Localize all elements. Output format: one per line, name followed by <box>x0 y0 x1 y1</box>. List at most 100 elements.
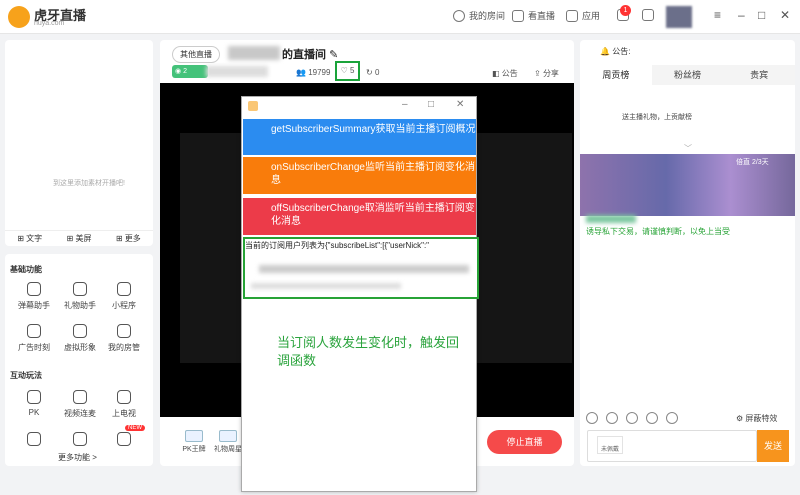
tab-vip[interactable]: 贵宾 <box>723 65 795 85</box>
mini-program-button[interactable]: 小程序 <box>104 282 144 311</box>
off-subscriber-change-button[interactable]: offSubscriberChange取消监听当前主播订阅变化消息 <box>243 198 476 235</box>
my-room-label: 我的房间 <box>469 11 506 21</box>
tv-icon <box>117 390 131 404</box>
level-text: 2 <box>183 68 187 75</box>
bell-icon: 🔔 <box>600 47 610 56</box>
on-subscriber-change-button[interactable]: onSubscriberChange监听当前主播订阅变化消息 <box>243 157 476 194</box>
stop-live-button[interactable]: 停止直播 <box>487 430 562 454</box>
my-room-button[interactable]: 我的房间 <box>453 9 505 22</box>
pk-trump-label: PK王牌 <box>182 446 206 453</box>
video-link-button[interactable]: 视频连麦 <box>60 390 100 419</box>
popup-maximize-icon[interactable]: □ <box>428 99 434 110</box>
pk-label: PK <box>28 408 40 417</box>
annotation-text: 当订阅人数发生变化时，触发回调函数 <box>277 335 460 368</box>
top-bar: 虎牙直播 huya.com 我的房间 看直播 应用 1 ≡ – □ ✕ <box>0 0 800 34</box>
likes-value: 5 <box>349 66 355 75</box>
chevron-down-icon[interactable]: ﹀ <box>684 143 692 154</box>
extra-function-2[interactable] <box>60 432 100 450</box>
gift-star-label: 礼物周星 <box>214 446 242 453</box>
ad-label: 广告时刻 <box>18 343 50 352</box>
gift-assistant-button[interactable]: 礼物助手 <box>60 282 100 311</box>
room-title[interactable]: 的直播间 ✎ <box>282 46 338 62</box>
list-icon[interactable] <box>666 412 678 424</box>
logo-subtext: huya.com <box>34 20 65 27</box>
announcement: 🔔 公告: <box>600 46 630 57</box>
add-text-label: 文字 <box>26 234 43 243</box>
pk-trump-button[interactable]: PK王牌 <box>176 430 212 454</box>
gift-star-icon <box>219 430 237 442</box>
room-admin-button[interactable]: 我的房管 <box>104 324 144 353</box>
edit-icon[interactable]: ✎ <box>329 49 338 61</box>
mini-program-label: 小程序 <box>112 301 136 310</box>
tv-button[interactable]: 上电视 <box>104 390 144 419</box>
beauty-screen-label: 美屏 <box>75 234 92 243</box>
viewers-icon: 👥 <box>296 68 306 77</box>
room-admin-label: 我的房管 <box>108 343 140 352</box>
at-icon[interactable] <box>646 412 658 424</box>
emoji-icon[interactable] <box>586 412 598 424</box>
menu-icon[interactable]: ≡ <box>714 8 721 22</box>
notification-badge: 1 <box>620 5 631 16</box>
pk-button[interactable]: PK <box>14 390 54 417</box>
share-count: ↻ 0 <box>366 68 379 77</box>
calendar-icon <box>642 9 654 21</box>
danmu-assistant-button[interactable]: 弹幕助手 <box>14 282 54 311</box>
beauty-screen-button[interactable]: ⊞ 美屏 <box>67 233 92 244</box>
more-sources-label: 更多 <box>124 234 141 243</box>
apps-button[interactable]: 应用 <box>566 9 600 22</box>
huya-logo-icon <box>8 6 30 28</box>
tab-fans[interactable]: 粉丝榜 <box>652 65 724 85</box>
fan-badge[interactable]: 未佩戴 <box>597 436 623 454</box>
notice-button[interactable]: ◧ 公告 <box>492 68 518 79</box>
danmu-label: 弹幕助手 <box>18 301 50 310</box>
result-output: 当前的订阅用户列表为{"subscribeList":[{"userNick":… <box>243 237 479 299</box>
room-id-blurred <box>206 66 268 77</box>
maximize-icon[interactable]: □ <box>758 8 765 22</box>
shares-value: 0 <box>374 68 380 77</box>
robot-icon <box>117 432 131 446</box>
more-functions-link[interactable]: 更多功能 > <box>58 452 97 463</box>
notice-icon: ◧ <box>492 69 500 78</box>
extra-function-1[interactable] <box>14 432 54 450</box>
watch-live-button[interactable]: 看直播 <box>512 9 555 22</box>
minimize-icon[interactable]: – <box>738 8 745 22</box>
play-icon <box>512 9 524 22</box>
viewer-count: 👥 19799 <box>296 68 330 77</box>
ad-time-button[interactable]: 广告时刻 <box>14 324 54 353</box>
apps-label: 应用 <box>582 11 601 21</box>
avatar[interactable] <box>666 6 692 28</box>
tab-weekly[interactable]: 周贡榜 <box>580 65 652 85</box>
extra-function-3[interactable] <box>104 432 144 450</box>
danmu-icon <box>27 282 41 296</box>
result-text: 当前的订阅用户列表为{"subscribeList":[{"userNick":… <box>245 241 430 250</box>
block-effects-toggle[interactable]: ⚙ 屏蔽特效 <box>736 413 777 424</box>
more-sources-button[interactable]: ⊞ 更多 <box>116 233 141 244</box>
virtual-avatar-button[interactable]: 虚拟形象 <box>60 324 100 353</box>
effects-icon: ⚙ <box>736 414 744 423</box>
schedule-button[interactable] <box>642 9 654 21</box>
leaf-icon <box>73 432 87 446</box>
close-icon[interactable]: ✕ <box>780 8 790 22</box>
new-badge: NEW <box>125 425 145 431</box>
popup-minimize-icon[interactable]: – <box>402 99 408 110</box>
popup-close-icon[interactable]: ✕ <box>456 99 464 110</box>
grid-icon <box>566 9 578 22</box>
add-text-button[interactable]: ⊞ 文字 <box>17 233 42 244</box>
share-count-icon: ↻ <box>366 68 373 77</box>
send-button[interactable]: 发送 <box>757 430 789 462</box>
room-name-blurred <box>228 46 280 60</box>
share-button[interactable]: ⇪ 分享 <box>534 68 559 79</box>
system-message: 诱导私下交易，请谨慎判断，以免上当受 <box>586 227 730 236</box>
face-icon[interactable] <box>606 412 618 424</box>
get-subscriber-summary-button[interactable]: getSubscriberSummary获取当前主播订阅概况 <box>243 119 476 155</box>
heart-icon: ♡ <box>340 66 348 75</box>
announcement-label: 公告: <box>612 47 631 56</box>
category-pill[interactable]: 其他直播 <box>172 46 220 63</box>
popup-app-icon <box>248 101 258 111</box>
level-badge: ◉ 2 <box>172 65 208 78</box>
like-count: ♡ 5 <box>335 61 360 81</box>
gift-icon <box>73 282 87 296</box>
emote-icon[interactable] <box>626 412 638 424</box>
pk-trump-icon <box>185 430 203 442</box>
basic-functions-title: 基础功能 <box>10 265 42 274</box>
